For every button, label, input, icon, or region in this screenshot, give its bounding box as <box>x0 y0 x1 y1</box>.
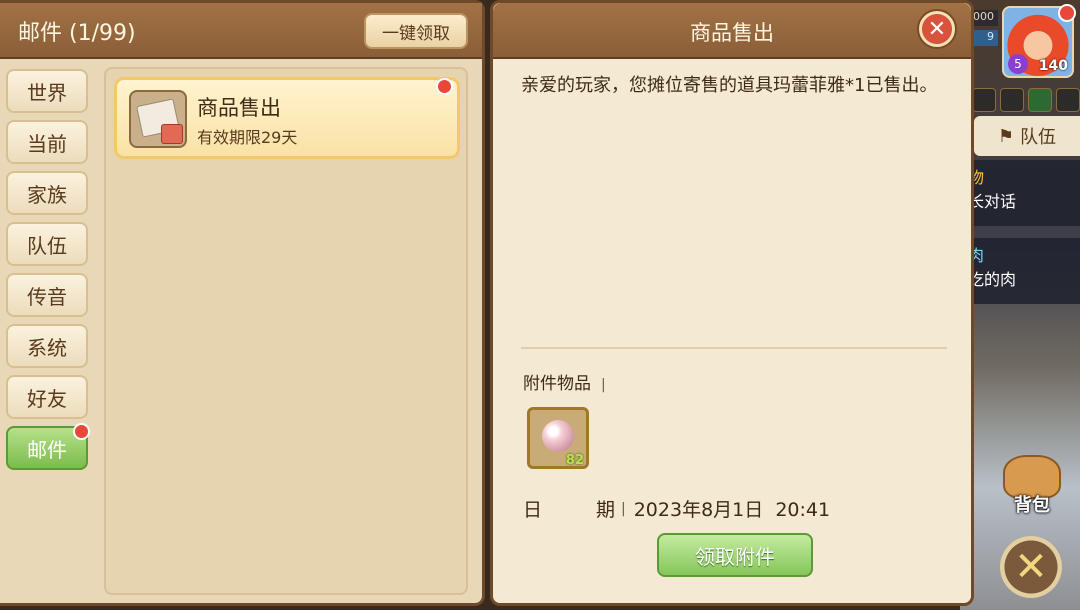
tab-family[interactable]: 家族 <box>6 171 88 215</box>
close-icon[interactable]: ✕ <box>917 9 957 49</box>
buff-icon[interactable] <box>1000 88 1024 112</box>
tab-world[interactable]: 世界 <box>6 69 88 113</box>
mail-detail-panel: 商品售出 ✕ 亲爱的玩家，您摊位寄售的道具玛蕾菲雅*1已售出。 附件物品 | 82… <box>490 0 974 606</box>
mail-item-title: 商品售出 <box>197 96 281 120</box>
buff-icon[interactable] <box>1056 88 1080 112</box>
team-button-label: 队伍 <box>1020 127 1057 148</box>
one-click-claim-button[interactable]: 一键领取 <box>364 13 468 49</box>
quest-tracker-1[interactable]: 物 长对话 <box>962 160 1080 226</box>
attachment-heading: 附件物品 | <box>523 369 606 394</box>
avatar-level-badge: 5 <box>1008 54 1028 74</box>
team-button[interactable]: ⚑ 队伍 <box>974 116 1080 156</box>
date-label: 日 期 <box>523 495 615 522</box>
attachment-label: 附件物品 <box>523 374 591 394</box>
buff-bar <box>972 88 1080 114</box>
date-label-part-1: 日 <box>523 499 543 521</box>
quest-2-title: 肉 <box>968 246 985 265</box>
avatar-number: 140 <box>1038 58 1068 74</box>
unread-dot <box>436 78 453 95</box>
mail-list-panel: 邮件 (1/99) 一键领取 世界 当前 家族 队伍 传音 系统 好友 邮件 商… <box>0 0 485 606</box>
hud-close-icon[interactable]: ✕ <box>1000 536 1062 598</box>
quest-1-title: 物 <box>968 168 985 187</box>
date-label-part-2: 期 <box>595 499 615 521</box>
quest-1-text: 长对话 <box>968 192 1017 211</box>
list-item[interactable]: 商品售出 有效期限29天 <box>114 77 460 159</box>
player-avatar[interactable]: 5 140 <box>1002 4 1076 78</box>
mail-window-title: 邮件 (1/99) <box>18 21 136 46</box>
date-separator: | <box>621 500 626 517</box>
detail-title: 商品售出 <box>690 21 774 45</box>
avatar-notification-dot <box>1058 4 1076 22</box>
tab-current[interactable]: 当前 <box>6 120 88 164</box>
gift-icon <box>161 124 183 144</box>
mail-header: 邮件 (1/99) 一键领取 <box>0 3 482 59</box>
tab-system[interactable]: 系统 <box>6 324 88 368</box>
attachment-slot[interactable]: 82 <box>527 407 589 469</box>
tab-mail[interactable]: 邮件 <box>6 423 90 470</box>
mail-body: 亲爱的玩家，您摊位寄售的道具玛蕾菲雅*1已售出。 <box>521 75 938 96</box>
divider <box>521 347 947 349</box>
mail-item-expiry: 有效期限29天 <box>197 128 298 147</box>
pause-icon[interactable] <box>1028 88 1052 112</box>
claim-attachment-button[interactable]: 领取附件 <box>657 533 813 577</box>
mail-envelope-icon <box>129 90 187 148</box>
tab-whisper[interactable]: 传音 <box>6 273 88 317</box>
date-value: 2023年8月1日 20:41 <box>633 499 831 521</box>
quest-tracker-2[interactable]: 肉 吃的肉 <box>962 238 1080 304</box>
pearl-icon <box>542 420 574 452</box>
mail-list: 商品售出 有效期限29天 <box>104 67 468 595</box>
attachment-separator: | <box>601 377 606 393</box>
date-row: 日 期 | 2023年8月1日 20:41 <box>523 495 830 522</box>
tab-mail-label: 邮件 <box>27 437 67 462</box>
buff-icon[interactable] <box>972 88 996 112</box>
tab-friends[interactable]: 好友 <box>6 375 88 419</box>
quest-2-text: 吃的肉 <box>968 270 1017 289</box>
detail-header: 商品售出 ✕ <box>493 3 971 59</box>
bag-label: 背包 <box>1014 495 1050 516</box>
unread-dot <box>73 423 90 440</box>
flag-icon: ⚑ <box>997 125 1015 147</box>
attachment-quantity: 82 <box>565 453 584 468</box>
tab-team[interactable]: 队伍 <box>6 222 88 266</box>
category-tabs: 世界 当前 家族 队伍 传音 系统 好友 邮件 <box>6 69 94 477</box>
bag-button[interactable]: 背包 <box>1000 455 1064 519</box>
